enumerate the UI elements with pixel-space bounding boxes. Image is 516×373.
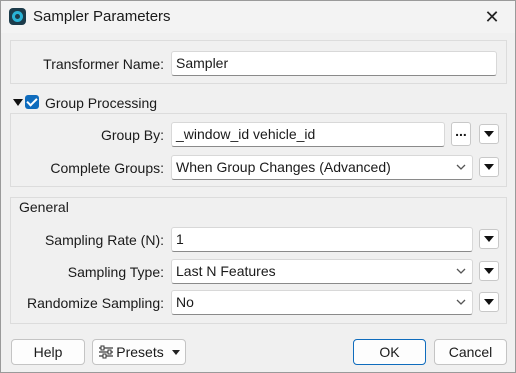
ok-button-label: OK xyxy=(379,344,400,360)
group-by-input[interactable]: _window_id vehicle_id xyxy=(171,122,445,147)
sampling-type-label: Sampling Type: xyxy=(67,264,164,280)
title-bar: Sampler Parameters ✕ xyxy=(1,1,515,33)
sampling-rate-input[interactable]: 1 xyxy=(171,227,473,252)
transformer-name-input[interactable]: Sampler xyxy=(171,51,497,76)
sampler-parameters-dialog: Sampler Parameters ✕ Transformer Name: S… xyxy=(0,0,516,373)
presets-dropdown-icon xyxy=(171,349,180,355)
window-title: Sampler Parameters xyxy=(33,8,171,25)
randomize-sampling-label: Randomize Sampling: xyxy=(27,295,164,311)
complete-groups-menu-button[interactable] xyxy=(479,157,499,177)
group-by-browse-button[interactable]: ... xyxy=(451,122,471,146)
chevron-down-icon xyxy=(456,164,466,170)
sampling-type-select[interactable]: Last N Features xyxy=(171,259,473,284)
group-processing-title: Group Processing xyxy=(45,95,158,111)
cancel-button[interactable]: Cancel xyxy=(434,339,507,365)
cancel-button-label: Cancel xyxy=(448,344,493,360)
transformer-name-label: Transformer Name: xyxy=(43,56,164,72)
sampling-type-menu-button[interactable] xyxy=(479,261,499,281)
group-processing-checkbox[interactable] xyxy=(25,95,39,109)
complete-groups-select[interactable]: When Group Changes (Advanced) xyxy=(171,155,473,180)
randomize-sampling-select[interactable]: No xyxy=(171,290,473,315)
randomize-sampling-value: No xyxy=(176,294,194,310)
group-by-label: Group By: xyxy=(100,127,164,143)
close-button[interactable]: ✕ xyxy=(469,1,515,33)
complete-groups-value: When Group Changes (Advanced) xyxy=(176,159,391,175)
presets-button[interactable]: Presets xyxy=(92,339,186,365)
chevron-down-icon xyxy=(456,268,466,274)
sampling-rate-menu-button[interactable] xyxy=(479,229,499,249)
help-button-label: Help xyxy=(33,344,63,360)
sampling-rate-label: Sampling Rate (N): xyxy=(44,232,164,248)
sampling-type-value: Last N Features xyxy=(176,263,276,279)
help-button[interactable]: Help xyxy=(11,339,85,365)
randomize-sampling-menu-button[interactable] xyxy=(479,292,499,312)
presets-button-label: Presets xyxy=(116,344,164,360)
ok-button[interactable]: OK xyxy=(353,339,426,365)
complete-groups-label: Complete Groups: xyxy=(50,160,164,176)
group-by-menu-button[interactable] xyxy=(479,124,499,144)
sampler-app-icon xyxy=(9,8,26,25)
close-icon: ✕ xyxy=(484,6,500,27)
collapse-group-processing-icon[interactable] xyxy=(13,99,23,106)
presets-sliders-icon xyxy=(99,345,114,359)
chevron-down-icon xyxy=(456,299,466,305)
general-title: General xyxy=(19,199,69,215)
